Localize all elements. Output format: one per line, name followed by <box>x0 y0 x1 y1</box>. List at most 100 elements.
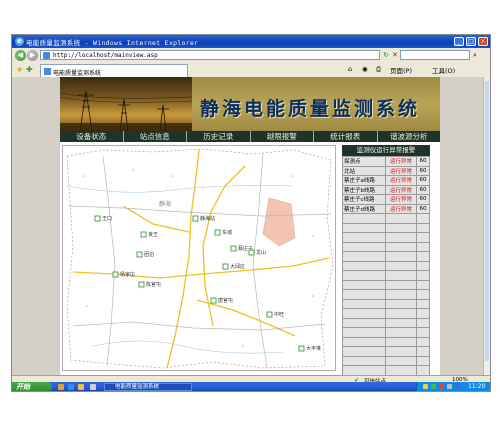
station-yangjiazhuang-label: 杨家庄 <box>120 271 135 278</box>
ie-quicklaunch-icon[interactable] <box>68 384 74 390</box>
address-row: ◀ ▶ http://localhost/mainview.asp ↻ ✕ ⌕ <box>12 48 490 62</box>
address-text: http://localhost/mainview.asp <box>53 52 158 59</box>
tab-current[interactable]: 电能质量监测系统 <box>40 64 188 77</box>
back-button[interactable]: ◀ <box>15 50 26 61</box>
close-button[interactable]: × <box>478 37 488 46</box>
alarm-table: 探测点 运行异常 60 北站 运行异常 60 蔡庄子a线路 运行异常 60 蔡庄子b线路 运行异常 6… <box>342 156 430 391</box>
taskbar-ie-task[interactable]: 电能质量监测系统 <box>104 383 192 391</box>
tray-app-icon[interactable] <box>455 384 460 389</box>
alarm-empty-cell <box>416 289 430 300</box>
alarm-row[interactable]: 蔡庄子c线路 运行异常 60 <box>342 194 430 205</box>
alarm-empty-cell <box>385 289 417 300</box>
alarm-empty-row <box>342 213 430 224</box>
tray-volume-icon[interactable] <box>447 384 452 389</box>
alarm-empty-cell <box>416 260 430 271</box>
alarm-count: 60 <box>416 203 430 214</box>
alarm-status: 运行异常 <box>385 184 417 195</box>
forward-button[interactable]: ▶ <box>27 50 38 61</box>
print-icon[interactable]: ⎙ <box>376 65 381 74</box>
menu-statistics[interactable]: 统计报表 <box>314 131 378 142</box>
alarm-empty-row <box>342 251 430 262</box>
home-icon[interactable]: ⌂ <box>348 65 352 73</box>
refresh-icon[interactable]: ↻ <box>382 51 390 59</box>
address-bar[interactable]: http://localhost/mainview.asp <box>40 50 380 60</box>
menu-limit-alarm[interactable]: 越限报警 <box>251 131 314 142</box>
alarm-empty-cell <box>342 279 386 290</box>
alarm-empty-row <box>342 279 430 290</box>
alarm-row[interactable]: 北站 运行异常 60 <box>342 165 430 176</box>
menu-device-status[interactable]: 设备状态 <box>60 131 124 142</box>
alarm-count: 60 <box>416 175 430 186</box>
desktop-quicklaunch-icon[interactable] <box>90 384 96 390</box>
alarm-empty-cell <box>342 346 386 357</box>
alarm-empty-cell <box>416 279 430 290</box>
alarm-empty-cell <box>385 365 417 376</box>
alarm-empty-cell <box>342 298 386 309</box>
alarm-empty-row <box>342 346 430 357</box>
tray-icon[interactable] <box>423 384 428 389</box>
alarm-empty-cell <box>385 298 417 309</box>
tools-menu[interactable]: 工具(O) <box>432 65 455 75</box>
alarm-empty-cell <box>342 241 386 252</box>
alarm-empty-cell <box>385 279 417 290</box>
station-longshan-label: 龙山 <box>256 249 266 256</box>
folder-quicklaunch-icon[interactable] <box>78 384 84 390</box>
alarm-empty-cell <box>385 260 417 271</box>
alarm-empty-row <box>342 365 430 376</box>
search-icon[interactable]: ⌕ <box>473 51 477 60</box>
window-title: 电能质量监测系统 - Windows Internet Explorer <box>26 39 199 47</box>
alarm-empty-cell <box>416 232 430 243</box>
alarm-panel: 监测仪运行异常报警 探测点 运行异常 60 北站 运行异常 60 蔡庄子a线路 运行异常 60 蔡… <box>342 145 430 391</box>
quicklaunch-icon[interactable] <box>58 384 64 390</box>
menu-harmonic-analysis[interactable]: 谐波源分析 <box>378 131 441 142</box>
alarm-empty-row <box>342 298 430 309</box>
menu-site-info[interactable]: 站点信息 <box>124 131 187 142</box>
tray-network-icon[interactable] <box>431 384 436 389</box>
station-tangguantun-label: 唐官屯 <box>218 297 233 304</box>
alarm-empty-cell <box>416 317 430 328</box>
page-scrollbar[interactable] <box>483 77 490 375</box>
add-favorites-icon[interactable]: ✚ <box>26 65 33 74</box>
station-zhongwang-label: 中旺 <box>274 311 284 318</box>
alarm-site-name: 蔡庄子d线路 <box>342 203 386 214</box>
alarm-empty-cell <box>385 222 417 233</box>
alarm-row[interactable]: 蔡庄子b线路 运行异常 60 <box>342 184 430 195</box>
alarm-empty-row <box>342 308 430 319</box>
alarm-status: 运行异常 <box>385 175 417 186</box>
search-input[interactable] <box>400 50 470 60</box>
alarm-row[interactable]: 探测点 运行异常 60 <box>342 156 430 167</box>
alarm-empty-cell <box>385 232 417 243</box>
alarm-empty-row <box>342 327 430 338</box>
alarm-empty-cell <box>416 308 430 319</box>
alarm-empty-cell <box>385 270 417 281</box>
stop-icon[interactable]: ✕ <box>391 51 399 59</box>
alarm-site-name: 蔡庄子a线路 <box>342 175 386 186</box>
menu-history[interactable]: 历史记录 <box>187 131 251 142</box>
station-jinghai-label: 静海站 <box>200 215 215 222</box>
system-title: 静海电能质量监测系统 <box>200 98 421 120</box>
alarm-status: 运行异常 <box>385 156 417 167</box>
alarm-empty-cell <box>342 355 386 366</box>
minimize-button[interactable]: _ <box>454 37 464 46</box>
alarm-site-name: 北站 <box>342 165 386 176</box>
alarm-empty-cell <box>342 365 386 376</box>
start-button[interactable]: 开始 <box>12 382 52 391</box>
feed-icon[interactable]: ◉ <box>362 65 368 73</box>
page-menu[interactable]: 页面(P) <box>390 65 412 75</box>
alarm-row[interactable]: 蔡庄子d线路 运行异常 60 <box>342 203 430 214</box>
alarm-empty-cell <box>385 317 417 328</box>
station-tuanbo-label: 团泊 <box>144 251 154 258</box>
tray-security-icon[interactable] <box>439 384 444 389</box>
tab-title: 电能质量监测系统 <box>53 70 102 77</box>
alarm-count: 60 <box>416 184 430 195</box>
station-map[interactable]: 静海站 东城 蔡庄子 龙山 大邱庄 良王 王口 团泊 杨家庄 陈官屯 唐官屯 中… <box>62 145 336 371</box>
scrollbar-thumb[interactable] <box>485 81 489 361</box>
alarm-site-name: 探测点 <box>342 156 386 167</box>
alarm-row[interactable]: 蔡庄子a线路 运行异常 60 <box>342 175 430 186</box>
favorites-star-icon[interactable]: ★ <box>16 65 23 74</box>
tab-row: ★ ✚ 电能质量监测系统 ⌂ ◉ ⎙ 页面(P) 工具(O) <box>12 62 490 78</box>
alarm-empty-cell <box>416 365 430 376</box>
ie-logo-icon: e <box>15 37 24 46</box>
alarm-empty-cell <box>342 232 386 243</box>
maximize-button[interactable]: □ <box>466 37 476 46</box>
